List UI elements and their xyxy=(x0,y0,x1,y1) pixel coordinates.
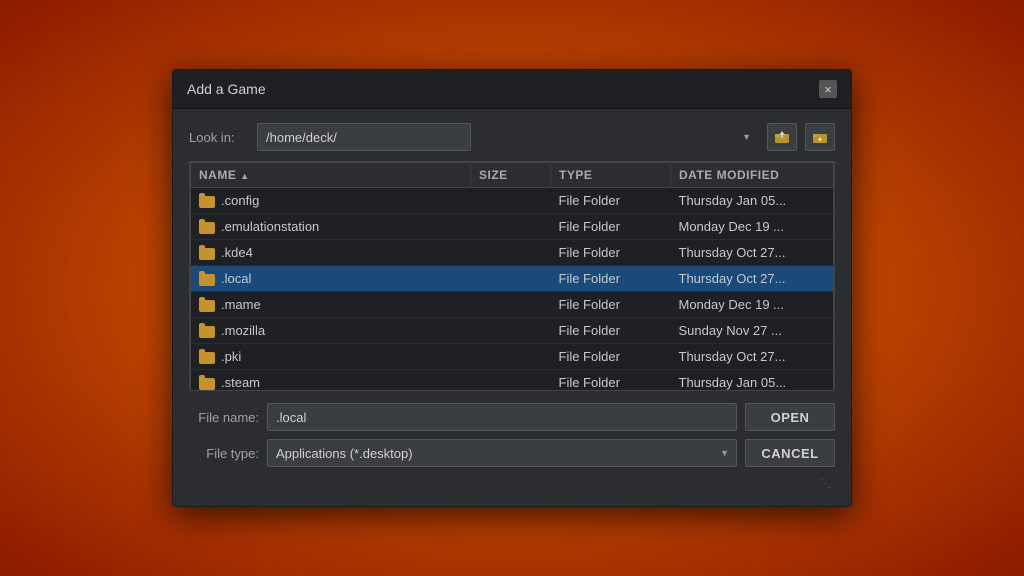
cell-type: File Folder xyxy=(551,318,671,344)
folder-icon xyxy=(199,378,215,390)
add-game-dialog: Add a Game × Look in: xyxy=(172,69,852,507)
cell-date: Monday Dec 19 ... xyxy=(671,292,834,318)
file-name-row: File name: OPEN xyxy=(189,403,835,431)
svg-text:+: + xyxy=(818,135,823,144)
cell-name: .steam xyxy=(191,370,471,391)
cell-size xyxy=(471,188,551,214)
table-header-row: NAME ▲ SIZE TYPE DATE MODIFIED xyxy=(191,163,834,188)
file-table: NAME ▲ SIZE TYPE DATE MODIFIED .config Fi… xyxy=(190,162,834,390)
cell-size xyxy=(471,370,551,391)
look-in-combo-wrapper[interactable] xyxy=(257,123,759,151)
file-list-container: NAME ▲ SIZE TYPE DATE MODIFIED .config Fi… xyxy=(189,161,835,391)
folder-icon xyxy=(199,326,215,338)
folder-icon xyxy=(199,274,215,286)
table-row[interactable]: .steam File FolderThursday Jan 05... xyxy=(191,370,834,391)
col-header-size[interactable]: SIZE xyxy=(471,163,551,188)
cell-name: .mozilla xyxy=(191,318,471,344)
open-button[interactable]: OPEN xyxy=(745,403,835,431)
cell-size xyxy=(471,318,551,344)
cell-date: Thursday Oct 27... xyxy=(671,266,834,292)
new-folder-button[interactable]: + xyxy=(805,123,835,151)
file-type-row: File type: Applications (*.desktop)All F… xyxy=(189,439,835,467)
cell-size xyxy=(471,240,551,266)
folder-icon xyxy=(199,248,215,260)
file-name-input[interactable] xyxy=(267,403,737,431)
cell-date: Thursday Oct 27... xyxy=(671,240,834,266)
cell-size xyxy=(471,214,551,240)
cell-name: .config xyxy=(191,188,471,214)
cell-type: File Folder xyxy=(551,370,671,391)
cell-date: Thursday Jan 05... xyxy=(671,370,834,391)
look-in-input[interactable] xyxy=(257,123,471,151)
file-type-select[interactable]: Applications (*.desktop)All Files (*) xyxy=(267,439,737,467)
cell-type: File Folder xyxy=(551,266,671,292)
file-type-select-wrapper[interactable]: Applications (*.desktop)All Files (*) xyxy=(267,439,737,467)
col-header-type[interactable]: TYPE xyxy=(551,163,671,188)
cell-date: Thursday Jan 05... xyxy=(671,188,834,214)
cell-size xyxy=(471,266,551,292)
cell-name: .mame xyxy=(191,292,471,318)
resize-handle[interactable]: ⋱ xyxy=(189,475,835,492)
bottom-area: File name: OPEN File type: Applications … xyxy=(189,403,835,467)
table-row[interactable]: .config File FolderThursday Jan 05... xyxy=(191,188,834,214)
table-row[interactable]: .emulationstation File FolderMonday Dec 1… xyxy=(191,214,834,240)
table-row[interactable]: .mame File FolderMonday Dec 19 ... xyxy=(191,292,834,318)
cell-type: File Folder xyxy=(551,344,671,370)
dialog-body: Look in: + xyxy=(173,109,851,506)
folder-icon xyxy=(199,222,215,234)
cell-name: .pki xyxy=(191,344,471,370)
file-list-scroll[interactable]: NAME ▲ SIZE TYPE DATE MODIFIED .config Fi… xyxy=(190,162,834,390)
col-header-date[interactable]: DATE MODIFIED xyxy=(671,163,834,188)
cell-date: Monday Dec 19 ... xyxy=(671,214,834,240)
close-button[interactable]: × xyxy=(819,80,837,98)
table-row[interactable]: .mozilla File FolderSunday Nov 27 ... xyxy=(191,318,834,344)
cell-name: .kde4 xyxy=(191,240,471,266)
col-header-name[interactable]: NAME ▲ xyxy=(191,163,471,188)
look-in-row: Look in: + xyxy=(189,123,835,151)
dialog-title: Add a Game xyxy=(187,81,266,97)
cell-name: .emulationstation xyxy=(191,214,471,240)
cell-type: File Folder xyxy=(551,214,671,240)
cell-date: Thursday Oct 27... xyxy=(671,344,834,370)
cell-size xyxy=(471,292,551,318)
cell-size xyxy=(471,344,551,370)
folder-icon xyxy=(199,300,215,312)
table-row[interactable]: .kde4 File FolderThursday Oct 27... xyxy=(191,240,834,266)
look-in-label: Look in: xyxy=(189,130,249,145)
cell-type: File Folder xyxy=(551,240,671,266)
file-table-body: .configFile FolderThursday Jan 05....emu… xyxy=(191,188,834,391)
title-bar: Add a Game × xyxy=(173,70,851,109)
cancel-button[interactable]: CANCEL xyxy=(745,439,835,467)
table-row[interactable]: .pki File FolderThursday Oct 27... xyxy=(191,344,834,370)
file-name-label: File name: xyxy=(189,410,259,425)
cell-name: .local xyxy=(191,266,471,292)
cell-date: Sunday Nov 27 ... xyxy=(671,318,834,344)
folder-icon xyxy=(199,352,215,364)
table-row[interactable]: .local File FolderThursday Oct 27... xyxy=(191,266,834,292)
cell-type: File Folder xyxy=(551,188,671,214)
file-type-label: File type: xyxy=(189,446,259,461)
cell-type: File Folder xyxy=(551,292,671,318)
folder-icon xyxy=(199,196,215,208)
up-folder-button[interactable] xyxy=(767,123,797,151)
